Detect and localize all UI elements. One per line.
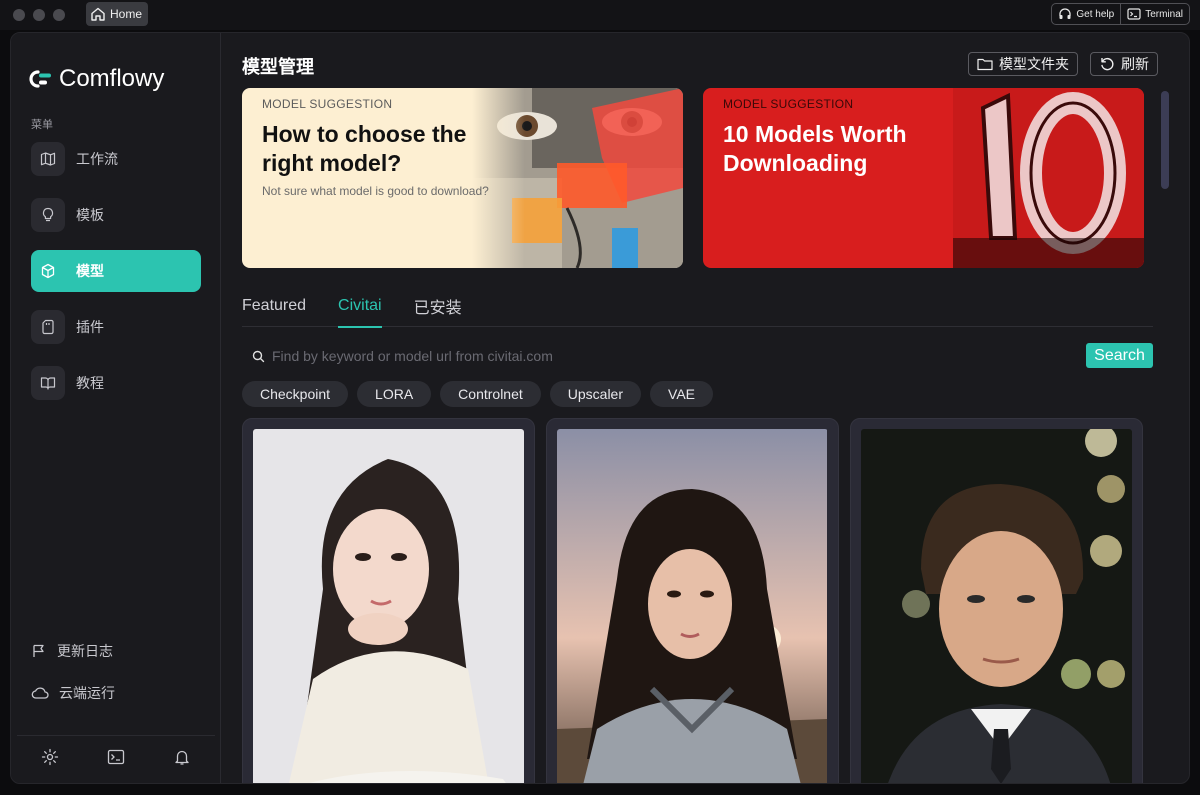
sidebar-item-label: 插件	[76, 319, 104, 335]
headphones-icon	[1059, 8, 1072, 19]
home-tab-label: Home	[110, 7, 143, 21]
tab-civitai[interactable]: Civitai	[338, 285, 382, 328]
brand-name: Comflowy	[59, 65, 165, 92]
model-preview-image	[861, 429, 1132, 783]
tab-featured[interactable]: Featured	[242, 285, 306, 327]
banner-artwork	[953, 88, 1144, 268]
sidebar-nav: 工作流 模板 模型 插件 教程	[31, 138, 201, 418]
settings-icon[interactable]	[41, 748, 59, 771]
filter-vae[interactable]: VAE	[650, 381, 713, 407]
filter-upscaler[interactable]: Upscaler	[549, 381, 642, 407]
banner-tag: MODEL SUGGESTION	[262, 97, 393, 111]
banner-title: How to choose the right model?	[262, 121, 467, 176]
map-icon	[31, 142, 65, 176]
filter-checkpoint[interactable]: Checkpoint	[242, 381, 349, 407]
terminal-label: Terminal	[1145, 8, 1183, 20]
model-folder-label: 模型文件夹	[999, 56, 1069, 72]
search-button[interactable]: Search	[1086, 343, 1153, 368]
terminal-icon[interactable]	[107, 748, 125, 771]
changelog-link[interactable]: 更新日志	[31, 641, 113, 661]
get-help-label: Get help	[1076, 8, 1115, 20]
cloud-run-link[interactable]: 云端运行	[31, 683, 115, 703]
close-window-button[interactable]	[13, 9, 25, 21]
banner-subtitle: Not sure what model is good to download?	[262, 184, 489, 198]
get-help-button[interactable]: Get help	[1052, 4, 1120, 24]
model-card[interactable]	[546, 418, 839, 783]
refresh-label: 刷新	[1121, 56, 1149, 72]
refresh-button[interactable]: 刷新	[1090, 52, 1158, 76]
scrollbar-thumb[interactable]	[1161, 91, 1169, 189]
sidebar-item-label: 模板	[76, 207, 104, 223]
main-content: 模型管理 模型文件夹 刷新 MODEL SUGGESTION How to ch…	[222, 33, 1189, 783]
model-card[interactable]	[242, 418, 535, 783]
filter-lora[interactable]: LORA	[357, 381, 432, 407]
cloud-icon	[31, 687, 49, 699]
home-icon	[91, 7, 105, 21]
banner-10-models[interactable]: MODEL SUGGESTION 10 Models Worth Downloa…	[703, 88, 1144, 268]
lightbulb-icon	[31, 198, 65, 232]
banner-tag: MODEL SUGGESTION	[723, 97, 854, 111]
title-bar: Home Get help Terminal	[0, 0, 1200, 30]
page-title: 模型管理	[242, 57, 314, 77]
model-folder-button[interactable]: 模型文件夹	[968, 52, 1078, 76]
sidebar-item-label: 工作流	[76, 151, 118, 167]
brand-logo[interactable]: Comflowy	[29, 65, 164, 93]
sidebar-item-tutorials[interactable]: 教程	[31, 362, 201, 404]
cube-icon	[31, 254, 65, 288]
sidebar-item-workflow[interactable]: 工作流	[31, 138, 201, 180]
refresh-icon	[1101, 57, 1114, 71]
minimize-window-button[interactable]	[33, 9, 45, 21]
flag-icon	[33, 644, 44, 657]
sidebar-item-models[interactable]: 模型	[31, 250, 201, 292]
changelog-label: 更新日志	[57, 643, 113, 659]
search-icon	[252, 350, 265, 363]
terminal-icon	[1127, 8, 1141, 20]
comflowy-logo-icon	[29, 70, 51, 88]
sidebar-item-label: 教程	[76, 375, 104, 391]
sidebar-footer	[17, 735, 215, 783]
banner-artwork	[472, 88, 683, 268]
tab-home[interactable]: Home	[86, 2, 149, 26]
folder-icon	[977, 58, 993, 71]
sidebar-item-plugins[interactable]: 插件	[31, 306, 201, 348]
model-preview-image	[253, 429, 524, 783]
sidebar: Comflowy 菜单 工作流 模板 模型 插件 教程 更新日志 云端运行	[11, 33, 221, 783]
menu-section-label: 菜单	[31, 119, 53, 131]
bell-icon[interactable]	[173, 748, 191, 771]
model-card[interactable]	[850, 418, 1143, 783]
banner-choose-model[interactable]: MODEL SUGGESTION How to choose the right…	[242, 88, 683, 268]
filter-controlnet[interactable]: Controlnet	[440, 381, 541, 407]
model-source-tabs: Featured Civitai 已安装	[242, 285, 1153, 328]
book-icon	[31, 366, 65, 400]
sidebar-item-label: 模型	[76, 263, 104, 279]
titlebar-actions: Get help Terminal	[1051, 3, 1190, 25]
app-window: Comflowy 菜单 工作流 模板 模型 插件 教程 更新日志 云端运行 模型…	[10, 32, 1190, 784]
model-type-filters: Checkpoint LORA Controlnet Upscaler VAE	[242, 381, 713, 407]
banner-title: 10 Models Worth Downloading	[723, 121, 907, 176]
cloud-run-label: 云端运行	[59, 685, 115, 701]
search-bar: Search	[242, 343, 1153, 369]
model-preview-image	[557, 429, 828, 783]
sd-card-icon	[31, 310, 65, 344]
maximize-window-button[interactable]	[53, 9, 65, 21]
search-input[interactable]	[272, 346, 1072, 366]
terminal-button[interactable]: Terminal	[1120, 4, 1189, 24]
tab-installed[interactable]: 已安装	[414, 285, 462, 327]
sidebar-item-templates[interactable]: 模板	[31, 194, 201, 236]
